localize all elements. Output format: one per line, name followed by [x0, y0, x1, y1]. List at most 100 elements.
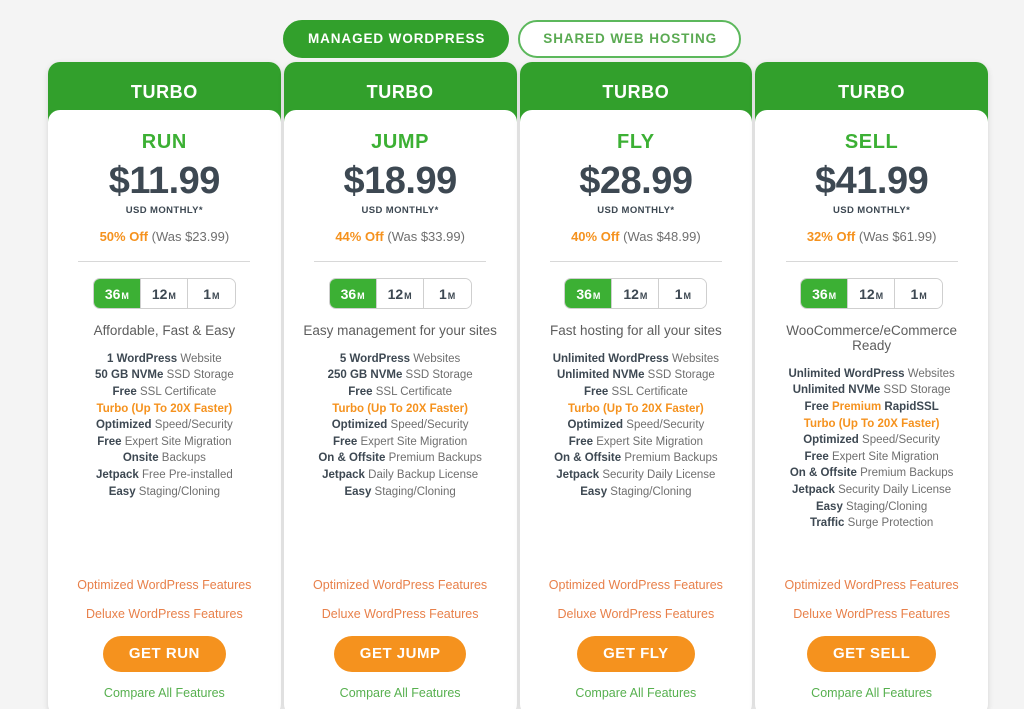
compare-all-features-link[interactable]: Compare All Features: [340, 686, 461, 700]
feature-item: Free Expert Site Migration: [97, 435, 231, 451]
feature-list: 1 WordPress Website 50 GB NVMe SSD Storag…: [62, 352, 267, 500]
feature-item: Free SSL Certificate: [348, 385, 452, 401]
compare-all-features-link[interactable]: Compare All Features: [104, 686, 225, 700]
deluxe-features-link[interactable]: Deluxe WordPress Features: [86, 607, 243, 621]
feature-item: Easy Staging/Cloning: [580, 485, 691, 501]
card-header-title: TURBO: [366, 81, 434, 102]
term-option-12m[interactable]: 12 M: [140, 278, 188, 308]
term-unit: M: [447, 290, 456, 301]
toggle-option-shared-web-hosting[interactable]: SHARED WEB HOSTING: [518, 20, 742, 58]
card-footer: Optimized WordPress Features Deluxe WordP…: [48, 578, 281, 701]
feature-bold-part: Unlimited NVMe: [792, 384, 881, 397]
pricing-card: TURBO SELL $41.99 USD MONTHLY* 32% Off (Was …: [755, 62, 988, 709]
term-unit: M: [683, 290, 692, 301]
card-tagline: WooCommerce/eCommerce Ready: [786, 322, 958, 353]
term-option-36m[interactable]: 36 M: [93, 278, 141, 308]
term-option-36m[interactable]: 36 M: [565, 278, 613, 308]
feature-text-part: Expert Site Migration: [121, 435, 232, 448]
feature-text-part: Website: [177, 352, 222, 365]
feature-item: On & Offsite Premium Backups: [554, 451, 718, 467]
feature-bold-part: Free: [583, 386, 609, 399]
feature-item: Easy Staging/Cloning: [816, 500, 927, 516]
plan-price: $11.99: [108, 160, 221, 202]
card-footer: Optimized WordPress Features Deluxe WordP…: [520, 578, 753, 701]
feature-item: Optimized Speed/Security: [803, 433, 940, 449]
feature-bold-part: Free: [804, 401, 832, 414]
term-option-1m[interactable]: 1M: [895, 278, 943, 308]
price-unit-label: USD MONTHLY*: [361, 204, 439, 216]
term-value: 36: [104, 285, 121, 302]
term-option-12m[interactable]: 12 M: [376, 278, 424, 308]
feature-bold-part: On & Offsite: [554, 452, 622, 465]
card-footer: Optimized WordPress Features Deluxe WordP…: [755, 578, 988, 701]
plan-price: $41.99: [815, 160, 929, 202]
term-option-36m[interactable]: 36 M: [801, 278, 849, 308]
pricing-cards-row: TURBO RUN $11.99 USD MONTHLY* 50% Off (Was $…: [48, 62, 988, 709]
term-value: 1: [203, 285, 212, 302]
price-unit-label: USD MONTHLY*: [597, 204, 675, 216]
feature-bold-part: Easy: [815, 500, 843, 513]
term-option-12m[interactable]: 12 M: [848, 278, 896, 308]
optimized-features-link[interactable]: Optimized WordPress Features: [785, 578, 959, 592]
feature-text-part: Expert Site Migration: [593, 435, 703, 448]
feature-bold-part: Jetpack: [556, 469, 600, 482]
term-option-1m[interactable]: 1M: [423, 278, 471, 308]
term-value: 36: [576, 285, 592, 302]
feature-item: Unlimited WordPress Websites: [553, 352, 719, 368]
deluxe-features-link[interactable]: Deluxe WordPress Features: [557, 607, 714, 621]
optimized-features-link[interactable]: Optimized WordPress Features: [549, 578, 723, 592]
pricing-page: MANAGED WORDPRESS SHARED WEB HOSTING TURB…: [0, 0, 1024, 709]
feature-text-part: Websites: [668, 352, 720, 365]
term-option-1m[interactable]: 1M: [187, 278, 235, 308]
get-plan-button[interactable]: GET FLY: [577, 635, 695, 672]
discount-row: 40% Off (Was $48.99): [571, 229, 701, 244]
term-option-12m[interactable]: 12 M: [612, 278, 660, 308]
feature-bold-part: Easy: [580, 485, 608, 498]
term-value: 12: [623, 285, 639, 302]
discount-was-price: (Was $23.99): [151, 228, 230, 244]
discount-percent: 32% Off: [806, 228, 856, 244]
compare-all-features-link[interactable]: Compare All Features: [575, 686, 696, 700]
feature-text-part: SSD Storage: [880, 384, 951, 397]
feature-item: 1 WordPress Website: [107, 352, 222, 368]
term-value: 36: [812, 285, 828, 302]
feature-item: Optimized Speed/Security: [96, 418, 233, 434]
term-unit: M: [121, 290, 129, 301]
term-unit: M: [212, 290, 220, 301]
term-option-36m[interactable]: 36 M: [329, 278, 377, 308]
feature-item: Free Expert Site Migration: [805, 450, 939, 466]
feature-text-part: Speed/Security: [858, 434, 941, 447]
discount-row: 32% Off (Was $61.99): [807, 229, 937, 244]
feature-text-part: Speed/Security: [387, 419, 469, 432]
feature-bold-part: Jetpack: [322, 469, 365, 482]
deluxe-features-link[interactable]: Deluxe WordPress Features: [793, 607, 950, 621]
feature-item: Jetpack Security Daily License: [556, 468, 715, 484]
card-header-title: TURBO: [602, 81, 670, 102]
feature-item: Easy Staging/Cloning: [109, 485, 220, 501]
feature-item: On & Offsite Premium Backups: [318, 451, 482, 467]
optimized-features-link[interactable]: Optimized WordPress Features: [313, 578, 487, 592]
compare-all-features-link[interactable]: Compare All Features: [811, 686, 932, 700]
feature-text-part: Expert Site Migration: [828, 450, 939, 463]
get-plan-button[interactable]: GET JUMP: [333, 635, 467, 672]
plan-price: $28.99: [579, 160, 693, 202]
plan-name: FLY: [617, 131, 655, 153]
plan-name: RUN: [141, 131, 187, 153]
card-tagline: Fast hosting for all your sites: [549, 322, 722, 338]
feature-bold-part: Free: [97, 435, 122, 448]
toggle-option-managed-wordpress[interactable]: MANAGED WORDPRESS: [282, 20, 510, 58]
optimized-features-link[interactable]: Optimized WordPress Features: [77, 578, 251, 592]
term-option-1m[interactable]: 1M: [659, 278, 707, 308]
feature-bold-part: Free: [112, 386, 137, 399]
get-plan-button[interactable]: GET SELL: [806, 635, 937, 672]
feature-text-part: Expert Site Migration: [357, 435, 468, 448]
get-plan-button[interactable]: GET RUN: [102, 635, 226, 672]
feature-bold-part: Free: [804, 450, 829, 463]
pricing-card: TURBO RUN $11.99 USD MONTHLY* 50% Off (Was $…: [48, 62, 281, 709]
feature-text-part: Surge Protection: [844, 517, 934, 530]
feature-bold-part: Jetpack: [792, 484, 835, 497]
term-unit: M: [357, 290, 365, 301]
discount-row: 44% Off (Was $33.99): [335, 229, 465, 244]
deluxe-features-link[interactable]: Deluxe WordPress Features: [322, 607, 479, 621]
feature-text-part: Staging/Cloning: [607, 485, 692, 498]
